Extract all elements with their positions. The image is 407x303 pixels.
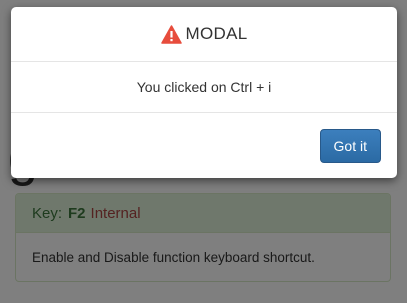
modal-footer: Got it [11, 113, 397, 178]
modal-title-text: MODAL [185, 24, 248, 43]
warning-icon [160, 24, 182, 44]
modal-header: MODAL [11, 7, 397, 62]
modal-message: You clicked on Ctrl + i [11, 62, 397, 113]
got-it-button[interactable]: Got it [319, 128, 381, 163]
modal-dialog: MODAL You clicked on Ctrl + i Got it [11, 7, 397, 178]
modal-title: MODAL [160, 24, 248, 44]
